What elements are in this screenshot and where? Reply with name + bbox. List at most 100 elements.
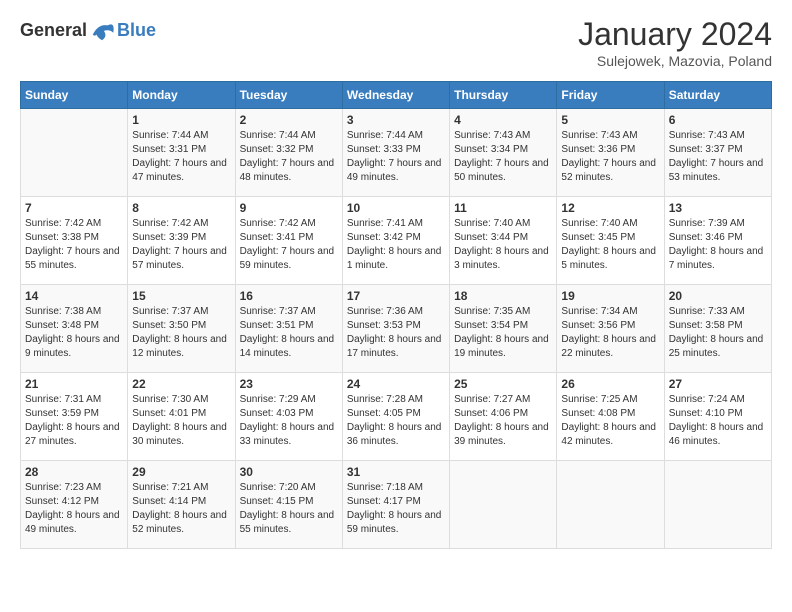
day-info-line: Sunset: 3:58 PM bbox=[669, 320, 743, 331]
day-info: Sunrise: 7:38 AMSunset: 3:48 PMDaylight:… bbox=[25, 305, 123, 361]
calendar-cell bbox=[450, 461, 557, 549]
day-number: 28 bbox=[25, 465, 123, 479]
day-info-line: Sunset: 4:01 PM bbox=[132, 408, 206, 419]
day-info-line: Daylight: 8 hours and 5 minutes. bbox=[561, 246, 656, 271]
day-info-line: Daylight: 8 hours and 30 minutes. bbox=[132, 422, 227, 447]
col-header-sunday: Sunday bbox=[21, 82, 128, 109]
day-info: Sunrise: 7:34 AMSunset: 3:56 PMDaylight:… bbox=[561, 305, 659, 361]
day-number: 16 bbox=[240, 289, 338, 303]
day-info-line: Sunrise: 7:20 AM bbox=[240, 482, 316, 493]
day-info-line: Sunset: 3:42 PM bbox=[347, 232, 421, 243]
day-info-line: Daylight: 8 hours and 59 minutes. bbox=[347, 510, 442, 535]
calendar-cell: 20 Sunrise: 7:33 AM Sunset: 3:58 PM Dayligh… bbox=[664, 285, 771, 373]
day-info-line: Sunrise: 7:36 AM bbox=[347, 306, 423, 317]
calendar-cell: 16 Sunrise: 7:37 AMSunset: 3:51 PMDayligh… bbox=[235, 285, 342, 373]
day-info-line: Sunrise: 7:44 AM bbox=[132, 130, 208, 141]
day-info-line: Sunrise: 7:43 AM bbox=[454, 130, 530, 141]
day-info: Sunrise: 7:43 AMSunset: 3:34 PMDaylight:… bbox=[454, 129, 552, 185]
day-info-line: Daylight: 8 hours and 12 minutes. bbox=[132, 334, 227, 359]
day-number: 20 bbox=[669, 289, 767, 303]
calendar-cell bbox=[21, 109, 128, 197]
day-number: 7 bbox=[25, 201, 123, 215]
day-number: 24 bbox=[347, 377, 445, 391]
day-info-line: Sunrise: 7:40 AM bbox=[561, 218, 637, 229]
day-info: Sunrise: 7:44 AMSunset: 3:33 PMDaylight:… bbox=[347, 129, 445, 185]
day-info: Sunrise: 7:44 AMSunset: 3:32 PMDaylight:… bbox=[240, 129, 338, 185]
day-number: 10 bbox=[347, 201, 445, 215]
day-info-line: Daylight: 8 hours and 1 minute. bbox=[347, 246, 442, 271]
month-title: January 2024 bbox=[578, 16, 772, 53]
day-number: 21 bbox=[25, 377, 123, 391]
day-info-line: Sunset: 3:46 PM bbox=[669, 232, 743, 243]
day-info: Sunrise: 7:24 AMSunset: 4:10 PMDaylight:… bbox=[669, 393, 767, 449]
day-info-line: Sunrise: 7:23 AM bbox=[25, 482, 101, 493]
calendar-cell: 2 Sunrise: 7:44 AMSunset: 3:32 PMDaylight… bbox=[235, 109, 342, 197]
day-info-line: Sunrise: 7:18 AM bbox=[347, 482, 423, 493]
day-info-line: Sunrise: 7:30 AM bbox=[132, 394, 208, 405]
day-info-line: Sunrise: 7:35 AM bbox=[454, 306, 530, 317]
day-info: Sunrise: 7:20 AMSunset: 4:15 PMDaylight:… bbox=[240, 481, 338, 537]
day-info-line: Sunrise: 7:27 AM bbox=[454, 394, 530, 405]
day-info-line: Sunrise: 7:43 AM bbox=[669, 130, 745, 141]
day-number: 12 bbox=[561, 201, 659, 215]
day-info-line: Daylight: 7 hours and 47 minutes. bbox=[132, 158, 227, 183]
day-number: 8 bbox=[132, 201, 230, 215]
day-info: Sunrise: 7:42 AMSunset: 3:41 PMDaylight:… bbox=[240, 217, 338, 273]
day-number: 22 bbox=[132, 377, 230, 391]
calendar-cell: 12 Sunrise: 7:40 AM Sunset: 3:45 PM Dayligh… bbox=[557, 197, 664, 285]
calendar-cell: 6Sunrise: 7:43 AMSunset: 3:37 PMDaylight… bbox=[664, 109, 771, 197]
day-number: 23 bbox=[240, 377, 338, 391]
calendar-cell: 1Sunrise: 7:44 AMSunset: 3:31 PMDaylight… bbox=[128, 109, 235, 197]
calendar-cell: 3Sunrise: 7:44 AMSunset: 3:33 PMDaylight… bbox=[342, 109, 449, 197]
day-info: Sunrise: 7:43 AMSunset: 3:36 PMDaylight:… bbox=[561, 129, 659, 185]
day-info-line: Sunrise: 7:38 AM bbox=[25, 306, 101, 317]
day-info-line: Sunset: 3:50 PM bbox=[132, 320, 206, 331]
col-header-wednesday: Wednesday bbox=[342, 82, 449, 109]
day-info: Sunrise: 7:18 AM Sunset: 4:17 PM Daylight:… bbox=[347, 481, 445, 537]
day-info-line: Sunset: 4:12 PM bbox=[25, 496, 99, 507]
day-info-line: Daylight: 8 hours and 19 minutes. bbox=[454, 334, 549, 359]
day-info-line: Sunrise: 7:37 AM bbox=[240, 306, 316, 317]
calendar-cell: 18Sunrise: 7:35 AMSunset: 3:54 PMDayligh… bbox=[450, 285, 557, 373]
day-info-line: Sunset: 3:38 PM bbox=[25, 232, 99, 243]
day-info-line: Daylight: 7 hours and 48 minutes. bbox=[240, 158, 335, 183]
page-header: General Blue January 2024 Sulejowek, Maz… bbox=[20, 16, 772, 69]
day-info-line: Sunset: 3:41 PM bbox=[240, 232, 314, 243]
calendar-cell bbox=[664, 461, 771, 549]
day-info: Sunrise: 7:21 AMSunset: 4:14 PMDaylight:… bbox=[132, 481, 230, 537]
day-number: 18 bbox=[454, 289, 552, 303]
day-info: Sunrise: 7:43 AMSunset: 3:37 PMDaylight:… bbox=[669, 129, 767, 185]
day-info-line: Sunrise: 7:40 AM bbox=[454, 218, 530, 229]
col-header-saturday: Saturday bbox=[664, 82, 771, 109]
day-info-line: Daylight: 8 hours and 25 minutes. bbox=[669, 334, 764, 359]
day-info-line: Daylight: 8 hours and 17 minutes. bbox=[347, 334, 442, 359]
day-number: 2 bbox=[240, 113, 338, 127]
day-number: 11 bbox=[454, 201, 552, 215]
col-header-tuesday: Tuesday bbox=[235, 82, 342, 109]
day-info: Sunrise: 7:23 AMSunset: 4:12 PMDaylight:… bbox=[25, 481, 123, 537]
day-info-line: Sunrise: 7:41 AM bbox=[347, 218, 423, 229]
col-header-monday: Monday bbox=[128, 82, 235, 109]
calendar-cell: 29Sunrise: 7:21 AMSunset: 4:14 PMDayligh… bbox=[128, 461, 235, 549]
calendar-cell: 8Sunrise: 7:42 AMSunset: 3:39 PMDaylight… bbox=[128, 197, 235, 285]
day-info: Sunrise: 7:44 AM Sunset: 3:31 PM Daylight:… bbox=[132, 129, 230, 185]
day-info-line: Sunset: 4:15 PM bbox=[240, 496, 314, 507]
day-info-line: Sunrise: 7:33 AM bbox=[669, 306, 745, 317]
day-info-line: Sunrise: 7:31 AM bbox=[25, 394, 101, 405]
calendar-cell: 26Sunrise: 7:25 AMSunset: 4:08 PMDayligh… bbox=[557, 373, 664, 461]
day-info-line: Sunset: 3:56 PM bbox=[561, 320, 635, 331]
day-info-line: Daylight: 7 hours and 55 minutes. bbox=[25, 246, 120, 271]
day-number: 25 bbox=[454, 377, 552, 391]
day-info-line: Sunset: 4:17 PM bbox=[347, 496, 421, 507]
calendar-cell: 21Sunrise: 7:31 AMSunset: 3:59 PMDayligh… bbox=[21, 373, 128, 461]
day-info-line: Sunset: 3:53 PM bbox=[347, 320, 421, 331]
calendar-week-row: 21Sunrise: 7:31 AMSunset: 3:59 PMDayligh… bbox=[21, 373, 772, 461]
day-info: Sunrise: 7:37 AMSunset: 3:51 PMDaylight:… bbox=[240, 305, 338, 361]
day-number: 9 bbox=[240, 201, 338, 215]
day-info-line: Sunrise: 7:43 AM bbox=[561, 130, 637, 141]
day-info-line: Sunset: 3:45 PM bbox=[561, 232, 635, 243]
day-info: Sunrise: 7:37 AMSunset: 3:50 PMDaylight:… bbox=[132, 305, 230, 361]
calendar-cell: 23Sunrise: 7:29 AMSunset: 4:03 PMDayligh… bbox=[235, 373, 342, 461]
day-info-line: Sunset: 3:31 PM bbox=[132, 144, 206, 155]
day-info-line: Daylight: 8 hours and 36 minutes. bbox=[347, 422, 442, 447]
